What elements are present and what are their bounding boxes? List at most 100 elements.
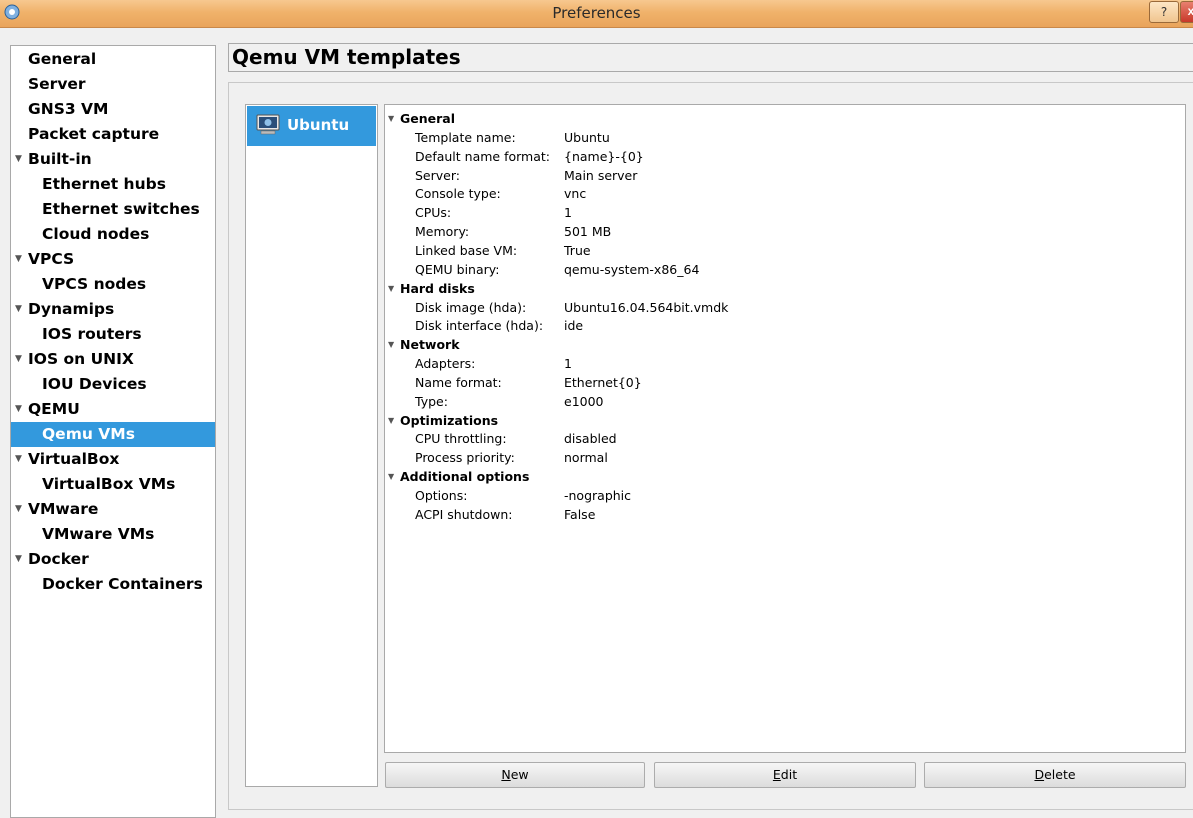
property-key: Process priority:: [415, 450, 515, 466]
nav-item-iou-devices[interactable]: IOU Devices: [11, 372, 215, 397]
property-key: QEMU binary:: [415, 261, 500, 277]
nav-item-label: GNS3 VM: [28, 100, 109, 118]
property-value: ide: [564, 318, 584, 334]
property-value: qemu-system-x86_64: [564, 261, 700, 277]
property-key: CPU throttling:: [415, 431, 507, 447]
section-label: Optimizations: [400, 412, 499, 428]
nav-item-built-in[interactable]: ▼ Built-in: [11, 147, 215, 172]
property-key: Disk interface (hda):: [415, 318, 544, 334]
property-key: Default name format:: [415, 148, 550, 164]
property-value: Ethernet{0}: [564, 374, 642, 390]
expand-arrow-icon[interactable]: ▼: [388, 335, 394, 354]
expand-arrow-icon[interactable]: ▼: [15, 297, 22, 322]
template-item-ubuntu[interactable]: Ubuntu: [247, 106, 376, 146]
property-value: normal: [564, 450, 608, 466]
nav-item-vpcs[interactable]: ▼ VPCS: [11, 247, 215, 272]
new-button-label: New: [501, 767, 529, 782]
properties-tree[interactable]: ▼ General Template name: Ubuntu Default name…: [384, 104, 1186, 753]
expand-arrow-icon[interactable]: ▼: [15, 497, 22, 522]
nav-item-ios-routers[interactable]: IOS routers: [11, 322, 215, 347]
property-value: Ubuntu: [564, 129, 610, 145]
property-value: vnc: [564, 186, 587, 202]
nav-item-server[interactable]: Server: [11, 72, 215, 97]
help-icon: ?: [1160, 5, 1168, 19]
property-key: Server:: [415, 167, 460, 183]
property-key: Template name:: [415, 129, 516, 145]
nav-item-virtualbox-vms[interactable]: VirtualBox VMs: [11, 472, 215, 497]
property-key: Linked base VM:: [415, 242, 518, 258]
expand-arrow-icon[interactable]: ▼: [388, 109, 394, 128]
nav-item-label: Docker Containers: [42, 575, 203, 593]
nav-item-label: Qemu VMs: [42, 425, 135, 443]
delete-button[interactable]: Delete: [924, 762, 1186, 788]
close-button[interactable]: x: [1180, 1, 1193, 23]
template-name: Ubuntu: [287, 116, 350, 134]
nav-item-qemu[interactable]: ▼ QEMU: [11, 397, 215, 422]
nav-item-ethernet-hubs[interactable]: Ethernet hubs: [11, 172, 215, 197]
nav-item-vmware[interactable]: ▼ VMware: [11, 497, 215, 522]
expand-arrow-icon[interactable]: ▼: [15, 547, 22, 572]
nav-item-vpcs-nodes[interactable]: VPCS nodes: [11, 272, 215, 297]
property-key: Type:: [415, 393, 448, 409]
nav-item-label: VMware VMs: [42, 525, 155, 543]
help-button[interactable]: ?: [1149, 1, 1179, 23]
title-bar[interactable]: Preferences ? x: [0, 0, 1193, 28]
edit-button[interactable]: Edit: [654, 762, 916, 788]
expand-arrow-icon[interactable]: ▼: [15, 347, 22, 372]
expand-arrow-icon[interactable]: ▼: [388, 411, 394, 430]
property-value: e1000: [564, 393, 604, 409]
vm-icon: [256, 114, 280, 135]
nav-item-general[interactable]: General: [11, 47, 215, 72]
expand-arrow-icon[interactable]: ▼: [388, 467, 394, 486]
property-key: ACPI shutdown:: [415, 506, 513, 522]
property-key: Name format:: [415, 374, 502, 390]
property-value: 501 MB: [564, 224, 612, 240]
section-label: Network: [400, 337, 460, 353]
nav-item-label: Dynamips: [28, 300, 115, 318]
nav-item-label: VPCS: [28, 250, 75, 268]
property-value: 1: [564, 205, 572, 221]
property-value: disabled: [564, 431, 617, 447]
nav-item-label: QEMU: [28, 400, 80, 418]
nav-item-label: Ethernet switches: [42, 200, 200, 218]
nav-item-label: VPCS nodes: [42, 275, 147, 293]
nav-item-label: VMware: [28, 500, 99, 518]
expand-arrow-icon[interactable]: ▼: [388, 279, 394, 298]
nav-item-label: General: [28, 50, 97, 68]
section-label: Additional options: [400, 469, 530, 485]
template-list[interactable]: Ubuntu: [245, 104, 378, 787]
nav-item-label: Ethernet hubs: [42, 175, 166, 193]
nav-item-label: IOU Devices: [42, 375, 147, 393]
property-value: True: [564, 242, 591, 258]
nav-item-label: Cloud nodes: [42, 225, 150, 243]
nav-item-gns3-vm[interactable]: GNS3 VM: [11, 97, 215, 122]
splitter-handle[interactable]: [217, 420, 220, 460]
nav-item-label: Docker: [28, 550, 89, 568]
close-icon: x: [1187, 4, 1193, 18]
new-button[interactable]: New: [385, 762, 645, 788]
nav-item-packet-capture[interactable]: Packet capture: [11, 122, 215, 147]
nav-item-dynamips[interactable]: ▼ Dynamips: [11, 297, 215, 322]
nav-item-label: Server: [28, 75, 86, 93]
nav-item-label: VirtualBox: [28, 450, 120, 468]
nav-item-virtualbox[interactable]: ▼ VirtualBox: [11, 447, 215, 472]
expand-arrow-icon[interactable]: ▼: [15, 447, 22, 472]
nav-item-vmware-vms[interactable]: VMware VMs: [11, 522, 215, 547]
nav-item-docker-containers[interactable]: Docker Containers: [11, 572, 215, 597]
expand-arrow-icon[interactable]: ▼: [15, 247, 22, 272]
property-value: -nographic: [564, 488, 632, 503]
expand-arrow-icon[interactable]: ▼: [15, 397, 22, 422]
nav-item-cloud-nodes[interactable]: Cloud nodes: [11, 222, 215, 247]
nav-item-qemu-vms[interactable]: Qemu VMs: [11, 422, 215, 447]
expand-arrow-icon[interactable]: ▼: [15, 147, 22, 172]
nav-item-label: IOS routers: [42, 325, 142, 343]
preferences-nav-tree[interactable]: General Server GNS3 VM Packet capture ▼ Built…: [10, 45, 216, 818]
nav-item-docker[interactable]: ▼ Docker: [11, 547, 215, 572]
nav-item-label: Packet capture: [28, 125, 160, 143]
nav-item-ethernet-switches[interactable]: Ethernet switches: [11, 197, 215, 222]
section-label: General: [400, 111, 455, 126]
property-key: Disk image (hda):: [415, 299, 527, 315]
page-title: Qemu VM templates: [228, 43, 1193, 72]
property-value: False: [564, 506, 596, 522]
nav-item-ios-on-unix[interactable]: ▼ IOS on UNIX: [11, 347, 215, 372]
